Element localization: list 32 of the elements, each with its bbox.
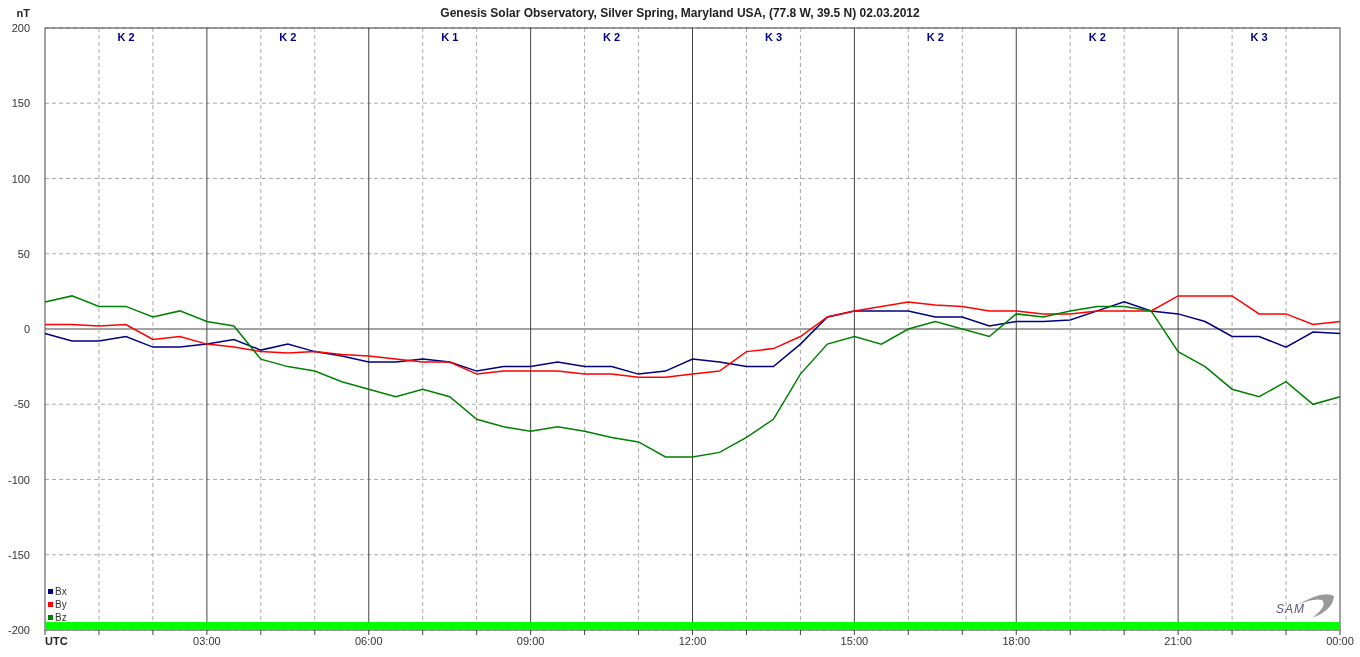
y-axis-label: nT [16,7,30,19]
x-tick-label: 12:00 [678,635,707,647]
legend-label: Bz [55,612,67,623]
y-tick-label: -150 [7,548,30,561]
x-tick-label: 21:00 [1164,635,1192,647]
y-tick-label: 50 [17,247,30,260]
x-tick-label: 09:00 [516,635,545,647]
y-tick-label: -200 [7,624,30,636]
x-tick-label: 00:00 [1326,635,1354,647]
x-tick-label: 06:00 [355,635,383,647]
logo: SAM [1276,594,1334,618]
k-index-label: K 2 [117,31,135,43]
k-index-label: K 1 [441,31,459,43]
k-index-label: K 2 [926,31,944,43]
y-tick-label: -100 [7,473,30,486]
y-tick-label: 100 [11,172,30,185]
y-tick-label: 150 [11,97,30,110]
chart-title: Genesis Solar Observatory, Silver Spring, Maryland USA, (77.8 W, 39.5 N) 02.03.2012 [440,6,920,20]
legend-label: By [55,599,67,610]
y-tick-label: 0 [23,323,30,335]
k-index-label: K 2 [1088,31,1106,43]
k-index-label: K 2 [603,31,621,43]
x-axis-label: UTC [45,635,68,647]
legend-label: Bx [55,586,67,597]
y-tick-label: 200 [11,22,30,34]
k-index-label: K 3 [1250,31,1268,43]
x-tick-label: 18:00 [1002,635,1030,647]
y-tick-label: -50 [14,398,30,411]
x-tick-label: 03:00 [193,635,221,647]
k-index-label: K 3 [764,31,782,43]
k-index-label: K 2 [279,31,297,43]
x-tick-label: 15:00 [840,635,869,647]
